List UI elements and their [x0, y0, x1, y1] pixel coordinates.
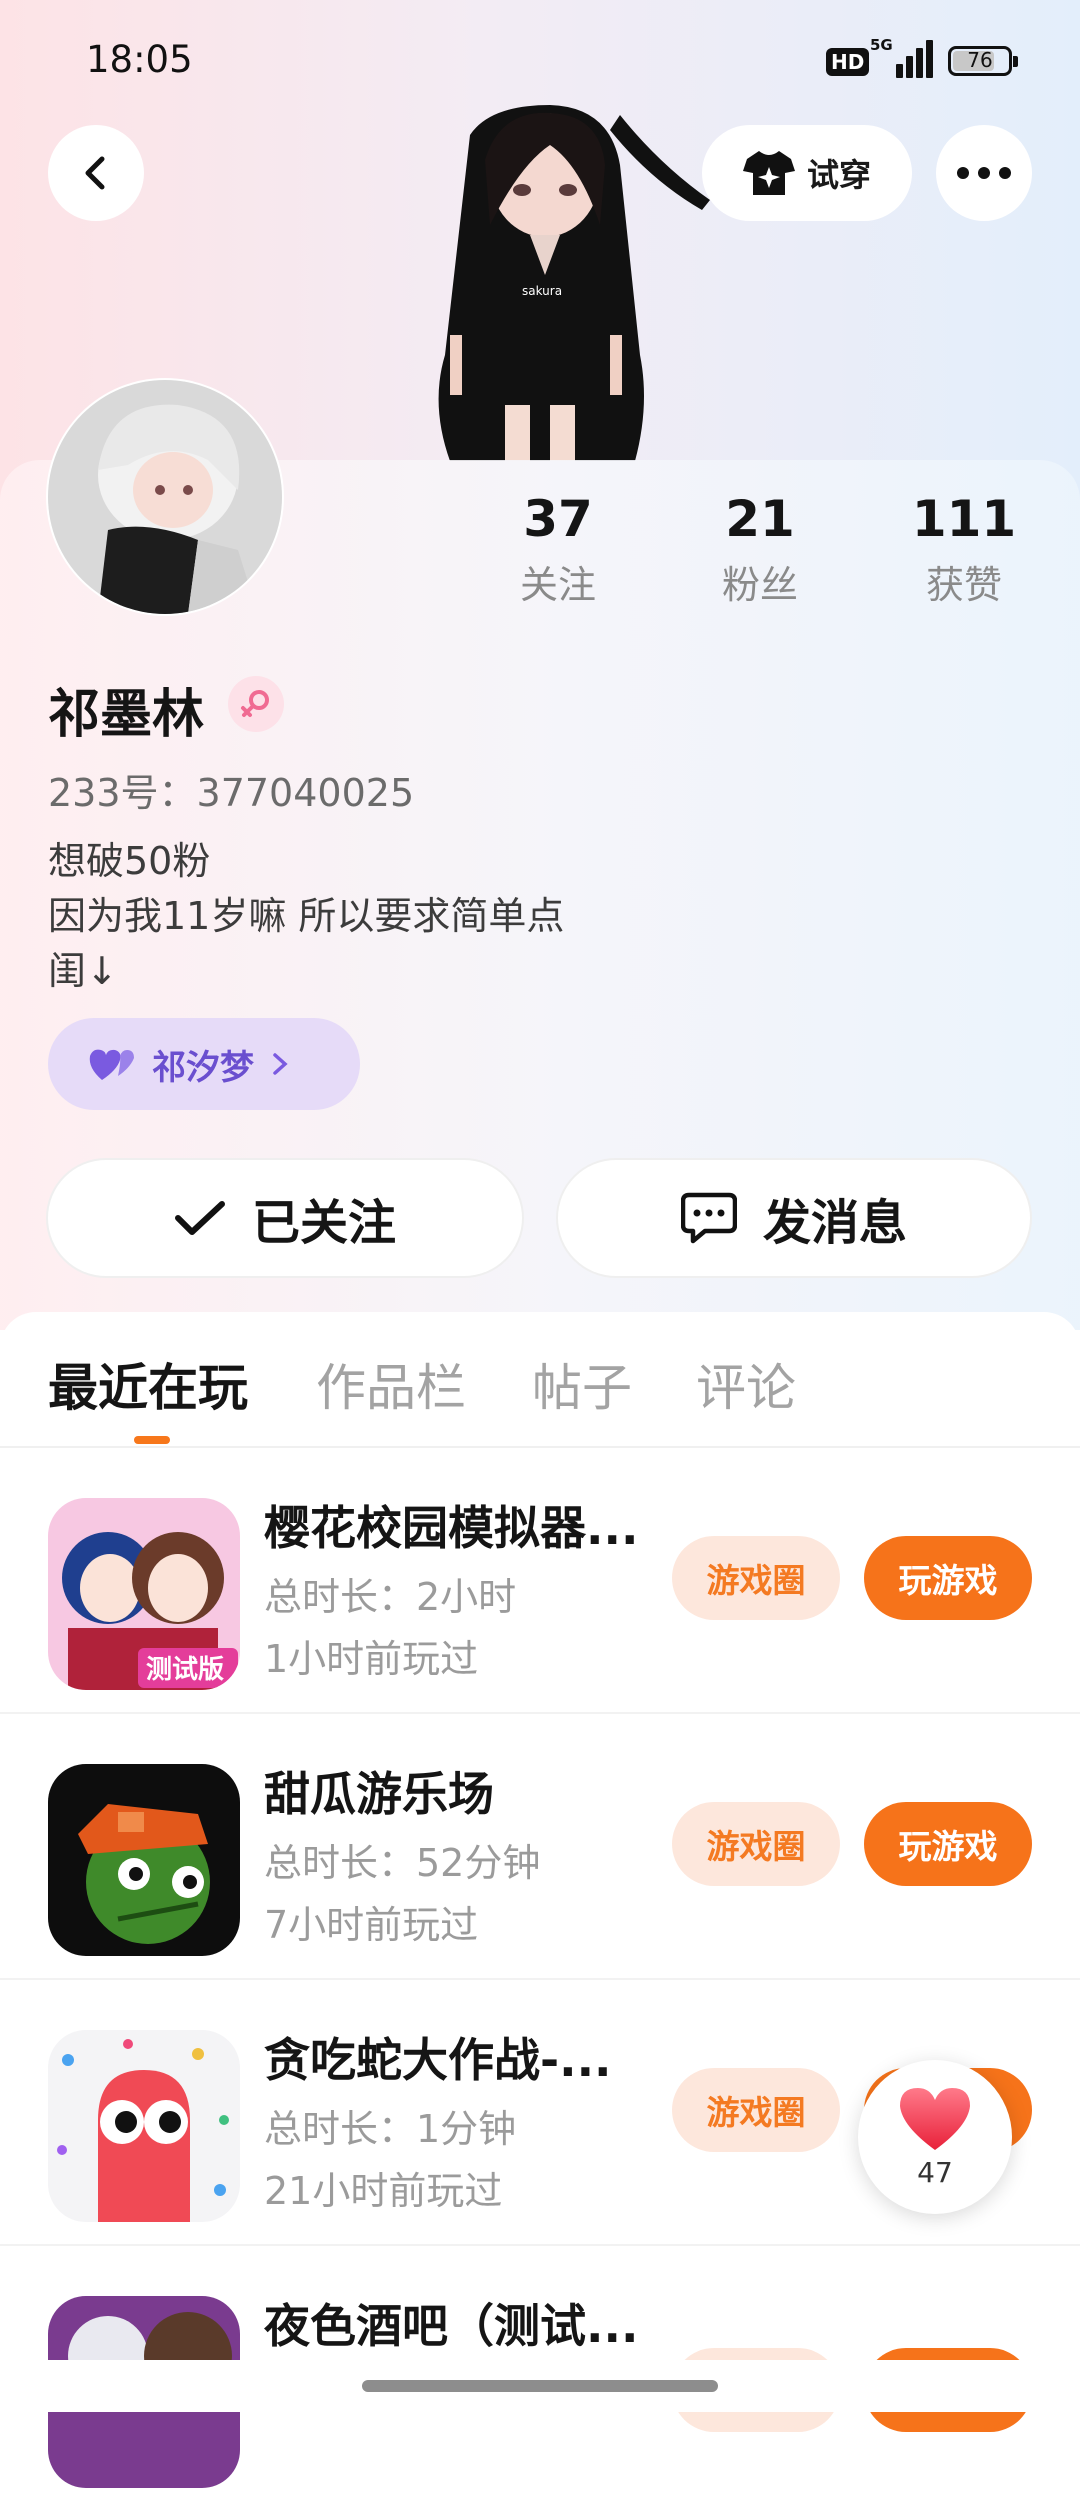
game-circle-button[interactable]: 游戏圈 — [672, 1536, 840, 1620]
battery-icon: 76 — [948, 46, 1018, 76]
list-item[interactable]: 测试版 樱花校园模拟器... 总时长：2小时 1小时前玩过 游戏圈 玩游戏 — [0, 1448, 1080, 1714]
game-last-played: 21小时前玩过 — [264, 2169, 503, 2213]
melon-playground-icon — [48, 1764, 240, 1956]
status-time: 18:05 — [86, 38, 193, 81]
check-icon — [174, 1201, 225, 1235]
game-last-played: 1小时前玩过 — [264, 1637, 479, 1681]
floating-like-button[interactable]: 47 — [858, 2060, 1012, 2214]
game-circle-button[interactable]: 游戏圈 — [672, 1802, 840, 1886]
followed-label: 已关注 — [251, 1195, 396, 1251]
game-name: 甜瓜游乐场 — [264, 1767, 494, 1821]
stat-followers[interactable]: 21 粉丝 — [680, 490, 840, 609]
chat-bubble-icon — [680, 1192, 737, 1244]
game-duration: 总时长：52分钟 — [264, 1841, 541, 1885]
sakura-school-icon: 测试版 — [48, 1498, 240, 1690]
stat-following[interactable]: 37 关注 — [478, 490, 638, 609]
avatar-image — [48, 380, 282, 614]
hd-badge: HD — [826, 48, 870, 76]
play-game-button[interactable]: 玩游戏 — [864, 1536, 1032, 1620]
bio-line: 闺↓ — [48, 949, 118, 993]
like-count: 47 — [917, 2156, 953, 2189]
followed-button[interactable]: 已关注 — [48, 1160, 522, 1276]
couple-name: 祁汐梦 — [152, 1047, 254, 1088]
snake-game-icon — [48, 2030, 240, 2222]
game-name: 樱花校园模拟器... — [264, 1501, 639, 1555]
try-on-label: 试穿 — [806, 156, 871, 194]
double-heart-icon — [89, 1049, 134, 1080]
stat-value: 111 — [911, 490, 1017, 548]
stat-label: 关注 — [519, 563, 596, 607]
tab-comments[interactable]: 评论 — [696, 1348, 796, 1420]
avatar[interactable] — [48, 380, 282, 614]
chevron-right-icon — [273, 1053, 288, 1075]
avatar-3d-figure: sakura — [438, 105, 710, 461]
send-message-button[interactable]: 发消息 — [558, 1160, 1030, 1276]
heart-icon — [900, 2088, 970, 2150]
user-name: 祁墨林 — [48, 685, 205, 745]
game-duration: 总时长：1分钟 — [264, 2107, 517, 2151]
more-options-button[interactable] — [936, 125, 1032, 221]
user-id: 233号：377040025 — [48, 771, 415, 815]
stat-label: 粉丝 — [721, 563, 798, 607]
couple-link[interactable]: 祁汐梦 — [48, 1018, 360, 1110]
back-button[interactable] — [48, 125, 144, 221]
status-bar: 18:05 HD 5G 76 — [0, 36, 1080, 88]
play-game-button[interactable]: 玩游戏 — [864, 1802, 1032, 1886]
svg-text:测试版: 测试版 — [146, 1655, 224, 1685]
stat-likes[interactable]: 111 获赞 — [884, 490, 1044, 609]
stat-value: 21 — [725, 490, 795, 548]
send-message-label: 发消息 — [762, 1195, 907, 1251]
stat-label: 获赞 — [925, 563, 1002, 607]
tshirt-icon — [742, 151, 795, 195]
more-dots-icon — [957, 167, 1011, 179]
female-icon — [228, 676, 284, 732]
battery-level: 76 — [967, 48, 993, 72]
user-bio: 想破50粉 因为我11岁嘛 所以要求简单点 闺↓ — [48, 834, 564, 999]
signal-icon: 5G — [870, 36, 933, 78]
game-last-played: 7小时前玩过 — [264, 1903, 479, 1947]
svg-text:sakura: sakura — [522, 284, 562, 298]
list-item[interactable]: 甜瓜游乐场 总时长：52分钟 7小时前玩过 游戏圈 玩游戏 — [0, 1714, 1080, 1980]
chevron-left-icon — [85, 156, 105, 190]
tab-works[interactable]: 作品栏 — [316, 1348, 466, 1420]
tab-posts[interactable]: 帖子 — [532, 1348, 632, 1420]
game-name: 贪吃蛇大作战-... — [264, 2033, 612, 2087]
bio-line: 因为我11岁嘛 所以要求简单点 — [48, 894, 565, 938]
try-on-button[interactable]: 试穿 — [702, 125, 912, 221]
game-name: 夜色酒吧（测试... — [264, 2299, 639, 2353]
bio-line: 想破50粉 — [48, 839, 211, 883]
game-duration: 总时长：2小时 — [264, 1575, 517, 1619]
stat-value: 37 — [523, 490, 593, 548]
tab-indicator — [134, 1436, 170, 1444]
tab-recently-played[interactable]: 最近在玩 — [48, 1348, 248, 1420]
network-type: 5G — [870, 36, 893, 54]
home-indicator[interactable] — [362, 2380, 718, 2392]
game-circle-button[interactable]: 游戏圈 — [672, 2068, 840, 2152]
